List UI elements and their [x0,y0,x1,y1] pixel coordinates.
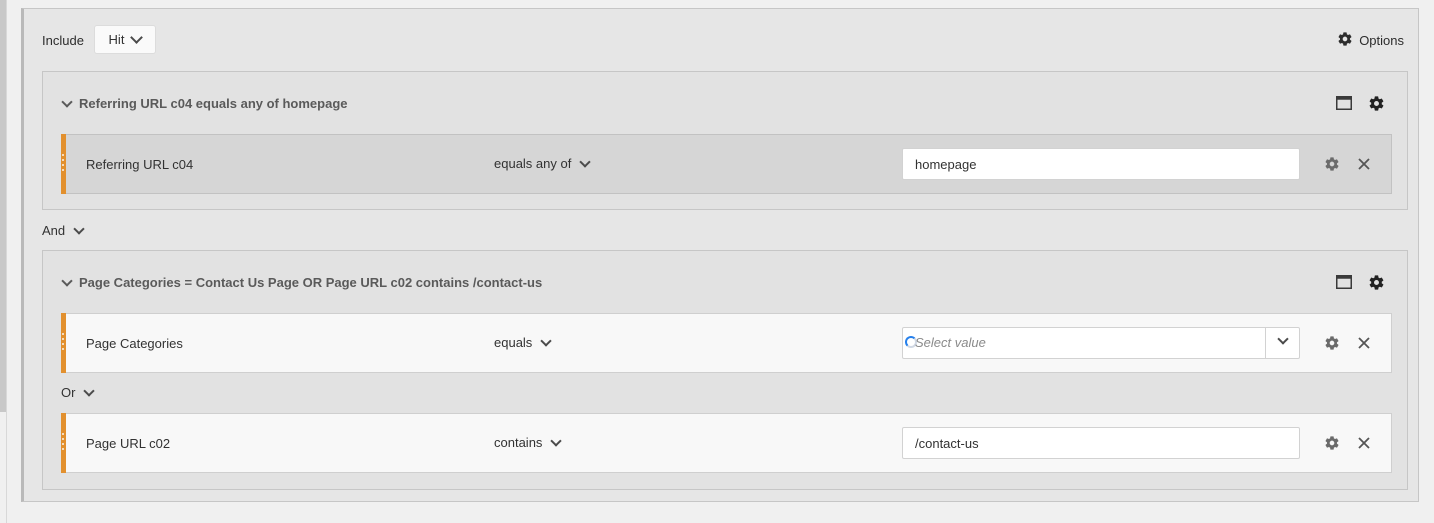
operator-dropdown[interactable]: contains [494,434,563,450]
options-label: Options [1359,33,1404,48]
value-text: homepage [915,156,977,172]
and-operator-dropdown[interactable]: And [42,222,85,238]
rule-row[interactable]: Referring URL c04 equals any of homepage [61,134,1392,194]
value-input[interactable]: homepage [902,148,1300,180]
drag-handle[interactable] [61,413,66,473]
drag-handle[interactable] [61,313,66,373]
chevron-down-icon [550,434,563,447]
operator-label: equals any of [494,156,572,171]
chevron-down-icon [83,384,96,397]
segment-container-2: Page Categories = Contact Us Page OR Pag… [42,250,1408,490]
include-scope-dropdown[interactable]: Hit [94,25,156,54]
value-placeholder: Select value [915,335,986,350]
value-text: /contact-us [915,435,979,451]
logic-label: Or [61,385,76,400]
close-icon[interactable] [1355,434,1373,452]
options-button[interactable]: Options [1337,31,1404,50]
chevron-down-icon [540,334,552,347]
chevron-down-icon [130,31,144,44]
container-header[interactable]: Page Categories = Contact Us Page OR Pag… [61,274,543,290]
chevron-down-icon [579,155,592,168]
container-view-icon[interactable] [1335,273,1353,291]
gear-icon[interactable] [1367,273,1385,291]
chevron-down-icon [73,222,85,235]
gear-icon [1337,31,1353,50]
rule-row[interactable]: Page Categories equals Select value [61,313,1392,373]
value-input[interactable]: /contact-us [902,427,1300,459]
rule-dimension[interactable]: Referring URL c04 [86,157,193,172]
drag-handle[interactable] [61,134,66,194]
close-icon[interactable] [1355,155,1373,173]
container-title: Page Categories = Contact Us Page OR Pag… [79,275,543,290]
value-combobox[interactable]: Select value [902,327,1300,359]
include-label: Include [42,33,84,48]
or-operator-dropdown[interactable]: Or [61,384,96,400]
rule-dimension[interactable]: Page Categories [86,336,183,351]
rule-dimension[interactable]: Page URL c02 [86,436,170,451]
chevron-down-icon[interactable] [1277,333,1289,345]
container-header[interactable]: Referring URL c04 equals any of homepage [61,95,348,111]
gear-icon[interactable] [1367,94,1385,112]
include-scope-value: Hit [108,32,125,47]
rule-row[interactable]: Page URL c02 contains /contact-us [61,413,1392,473]
logic-label: And [42,223,66,238]
close-icon[interactable] [1355,334,1373,352]
segment-container-1: Referring URL c04 equals any of homepage… [42,71,1408,210]
container-title: Referring URL c04 equals any of homepage [79,96,348,111]
gear-icon[interactable] [1323,334,1341,352]
operator-label: contains [494,435,543,450]
collapse-chevron-icon[interactable] [61,95,73,108]
gear-icon[interactable] [1323,434,1341,452]
operator-dropdown[interactable]: equals any of [494,155,592,171]
segment-definition-panel: Include Hit Options Referring URL c04 eq… [21,8,1419,502]
collapse-chevron-icon[interactable] [61,274,73,287]
left-divider [6,0,7,523]
gear-icon[interactable] [1323,155,1341,173]
operator-dropdown[interactable]: equals [494,334,552,350]
container-view-icon[interactable] [1335,94,1353,112]
operator-label: equals [494,335,533,350]
combobox-divider [1265,328,1266,358]
